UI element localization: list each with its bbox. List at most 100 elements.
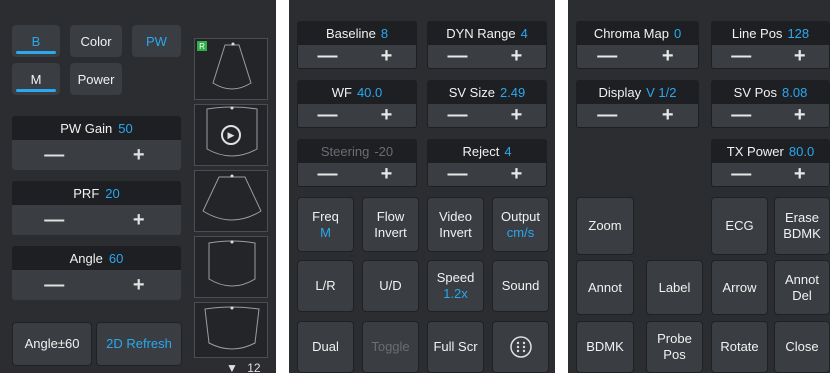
- baseline-control: Baseline 8 — +: [297, 21, 417, 69]
- angle-plus-button[interactable]: +: [97, 270, 182, 300]
- line-pos-value: 128: [787, 26, 810, 41]
- prf-plus-button[interactable]: +: [97, 205, 182, 235]
- line-pos-plus-button[interactable]: +: [771, 45, 830, 68]
- mode-pw-button[interactable]: PW: [132, 25, 181, 57]
- wf-value: 40.0: [356, 85, 383, 100]
- 2d-refresh-label: 2D Refresh: [106, 336, 172, 351]
- erase-bdmk-button[interactable]: Erase BDMK: [774, 197, 830, 255]
- reject-minus-button[interactable]: —: [428, 163, 487, 186]
- ud-button[interactable]: U/D: [362, 260, 419, 312]
- baseline-minus-button[interactable]: —: [298, 45, 357, 68]
- annot-del-button[interactable]: Annot Del: [774, 260, 830, 315]
- angle-minus-button[interactable]: —: [12, 270, 97, 300]
- mode-power-button[interactable]: Power: [70, 63, 122, 95]
- zoom-button[interactable]: Zoom: [576, 197, 634, 255]
- display-name: Display: [598, 85, 642, 100]
- probe-pos-button[interactable]: Probe Pos: [646, 321, 703, 373]
- play-icon[interactable]: ▶: [221, 125, 241, 145]
- pw-settings-panel: Baseline 8 — + DYN Range 4 — + WF 40.0 — + SV …: [289, 0, 555, 373]
- video-invert-label: Video Invert: [438, 208, 472, 240]
- lr-button[interactable]: L/R: [297, 260, 354, 312]
- prf-minus-button[interactable]: —: [12, 205, 97, 235]
- tx-power-value: 80.0: [788, 144, 815, 159]
- prf-control: PRF 20 — +: [12, 181, 181, 235]
- sv-pos-minus-button[interactable]: —: [712, 104, 771, 127]
- prf-steppers: — +: [12, 205, 181, 235]
- display-plus-button[interactable]: +: [638, 104, 699, 127]
- reject-plus-button[interactable]: +: [487, 163, 546, 186]
- pw-gain-label: PW Gain 50: [12, 116, 181, 140]
- chroma-map-steppers: — +: [577, 45, 698, 68]
- annot-del-label: Annot Del: [785, 271, 819, 303]
- line-pos-minus-button[interactable]: —: [712, 45, 771, 68]
- sound-button[interactable]: Sound: [492, 260, 549, 312]
- thumbnail-4[interactable]: [194, 236, 268, 298]
- sv-pos-plus-button[interactable]: +: [771, 104, 830, 127]
- active-indicator: [16, 51, 56, 54]
- steering-minus-button[interactable]: —: [298, 163, 357, 186]
- pw-gain-plus-button[interactable]: +: [97, 140, 182, 170]
- reject-value: 4: [504, 144, 512, 159]
- rotate-button[interactable]: Rotate: [711, 321, 768, 373]
- angle-name: Angle: [69, 250, 103, 266]
- mode-pw-label: PW: [146, 33, 167, 49]
- bdmk-button[interactable]: BDMK: [576, 321, 634, 373]
- thumbnail-5[interactable]: [194, 302, 268, 358]
- display-minus-button[interactable]: —: [577, 104, 638, 127]
- probe-pos-label: Probe Pos: [657, 331, 692, 362]
- sv-pos-name: SV Pos: [733, 85, 778, 100]
- sv-pos-value: 8.08: [782, 85, 808, 100]
- tx-power-minus-button[interactable]: —: [712, 163, 771, 186]
- mode-m-button[interactable]: M: [12, 63, 60, 95]
- thumbnail-1[interactable]: R: [194, 38, 268, 100]
- erase-bdmk-label: Erase BDMK: [783, 210, 821, 241]
- sv-size-plus-button[interactable]: +: [487, 104, 546, 127]
- baseline-plus-button[interactable]: +: [357, 45, 416, 68]
- display-label: Display V 1/2: [577, 81, 698, 104]
- dyn-range-control: DYN Range 4 — +: [427, 21, 547, 69]
- angle-control: Angle 60 — +: [12, 246, 181, 300]
- 2d-refresh-button[interactable]: 2D Refresh: [96, 322, 182, 366]
- thumbnail-2[interactable]: ▶: [194, 104, 268, 166]
- toggle-button[interactable]: Toggle: [362, 321, 419, 373]
- mode-b-button[interactable]: B: [12, 25, 60, 57]
- flow-invert-button[interactable]: Flow Invert: [362, 197, 419, 252]
- bdmk-label: BDMK: [586, 339, 624, 354]
- mode-color-button[interactable]: Color: [70, 25, 122, 57]
- thumbnail-3[interactable]: [194, 170, 268, 232]
- angle-60-button[interactable]: Angle±60: [12, 322, 92, 366]
- steering-plus-button[interactable]: +: [357, 163, 416, 186]
- output-button[interactable]: Output cm/s: [492, 197, 549, 252]
- close-label: Close: [785, 339, 819, 354]
- dyn-range-plus-button[interactable]: +: [487, 45, 546, 68]
- dyn-range-value: 4: [520, 26, 528, 41]
- ecg-label: ECG: [725, 218, 754, 233]
- freq-button[interactable]: Freq M: [297, 197, 354, 252]
- speed-label: Speed: [436, 270, 475, 285]
- close-button[interactable]: Close: [774, 321, 830, 373]
- full-screen-button[interactable]: Full Scr: [427, 321, 484, 373]
- reject-label: Reject 4: [428, 140, 546, 163]
- label-button[interactable]: Label: [646, 260, 703, 315]
- sv-size-minus-button[interactable]: —: [428, 104, 487, 127]
- ecg-button[interactable]: ECG: [711, 197, 768, 255]
- pw-gain-minus-button[interactable]: —: [12, 140, 97, 170]
- chroma-map-value: 0: [673, 26, 682, 41]
- annot-button[interactable]: Annot: [576, 260, 634, 315]
- tx-power-plus-button[interactable]: +: [771, 163, 830, 186]
- wf-minus-button[interactable]: —: [298, 104, 357, 127]
- label-label: Label: [658, 279, 691, 295]
- dyn-range-minus-button[interactable]: —: [428, 45, 487, 68]
- speed-button[interactable]: Speed 1.2x: [427, 260, 484, 312]
- more-options-button[interactable]: [492, 321, 549, 373]
- chroma-map-plus-button[interactable]: +: [638, 45, 699, 68]
- arrow-button[interactable]: Arrow: [711, 260, 768, 315]
- wf-plus-button[interactable]: +: [357, 104, 416, 127]
- angle-label: Angle 60: [12, 246, 181, 270]
- video-invert-button[interactable]: Video Invert: [427, 197, 484, 252]
- dual-button[interactable]: Dual: [297, 321, 354, 373]
- chroma-map-control: Chroma Map 0 — +: [576, 21, 699, 69]
- tx-power-label: TX Power 80.0: [712, 140, 829, 163]
- sv-size-control: SV Size 2.49 — +: [427, 80, 547, 128]
- chroma-map-minus-button[interactable]: —: [577, 45, 638, 68]
